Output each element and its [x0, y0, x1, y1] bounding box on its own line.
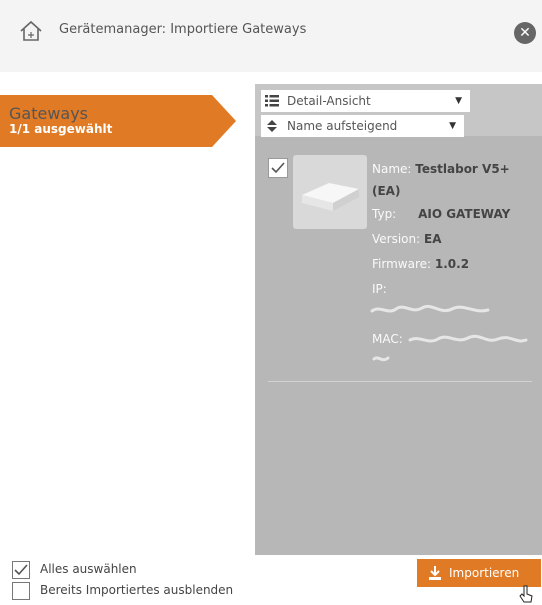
list-icon [265, 95, 279, 107]
device-firmware-label: Firmware: [372, 257, 432, 271]
view-select-value: Detail-Ansicht [287, 94, 371, 108]
import-button-label: Importieren [449, 566, 520, 580]
device-type-row: Typ: AIO GATEWAY [372, 207, 510, 221]
device-mac-label: MAC: [372, 332, 403, 346]
item-separator [268, 381, 532, 382]
view-select[interactable]: Detail-Ansicht ▼ [261, 90, 470, 112]
device-name-value: Testlabor V5+ [415, 162, 510, 176]
device-firmware-value: 1.0.2 [434, 257, 470, 271]
device-type-value: AIO GATEWAY [418, 207, 511, 221]
device-ip-label: IP: [372, 282, 387, 296]
device-firmware-row: Firmware: 1.0.2 [372, 257, 469, 271]
select-all-label[interactable]: Alles auswählen [40, 562, 137, 576]
checkmark-icon [271, 162, 285, 174]
device-name-value-2: (EA) [372, 184, 401, 198]
nav-sublabel: 1/1 ausgewählt [9, 122, 113, 136]
close-button[interactable]: ✕ [514, 22, 536, 44]
close-icon[interactable]: ✕ [519, 25, 531, 41]
nav-label: Gateways [9, 104, 89, 123]
chevron-down-icon: ▼ [455, 96, 462, 106]
redacted-ip-scribble [370, 304, 490, 313]
redacted-mac-scribble-2 [372, 356, 390, 362]
import-button[interactable]: Importieren [417, 559, 541, 587]
device-version-value: EA [424, 232, 442, 246]
sort-icon [267, 120, 277, 132]
dialog-title: Gerätemanager: Importiere Gateways [59, 22, 307, 37]
redacted-mac-scribble [408, 334, 528, 343]
dialog-header: Gerätemanager: Importiere Gateways ✕ [0, 0, 542, 72]
device-name-row: Name: Testlabor V5+ [372, 162, 510, 176]
chevron-down-icon: ▼ [449, 121, 456, 131]
device-name-row-2: (EA) [372, 184, 400, 198]
hand-cursor-icon [519, 585, 533, 603]
device-name-label: Name: [372, 162, 412, 176]
download-icon [429, 566, 441, 580]
checkmark-icon [14, 564, 28, 576]
hide-imported-checkbox[interactable] [12, 582, 30, 600]
home-icon [20, 20, 42, 41]
device-mac-row: MAC: [372, 332, 403, 346]
gateway-device-icon [302, 183, 359, 211]
sort-select-value: Name aufsteigend [287, 119, 398, 133]
hide-imported-label[interactable]: Bereits Importiertes ausblenden [40, 583, 233, 597]
device-ip-row: IP: [372, 282, 387, 296]
select-all-checkbox[interactable] [12, 561, 30, 579]
device-version-row: Version: EA [372, 232, 441, 246]
sort-select[interactable]: Name aufsteigend ▼ [261, 115, 464, 137]
device-type-label: Typ: [372, 207, 397, 221]
device-version-label: Version: [372, 232, 421, 246]
device-checkbox[interactable] [268, 158, 288, 178]
gateway-device-image [293, 155, 367, 229]
